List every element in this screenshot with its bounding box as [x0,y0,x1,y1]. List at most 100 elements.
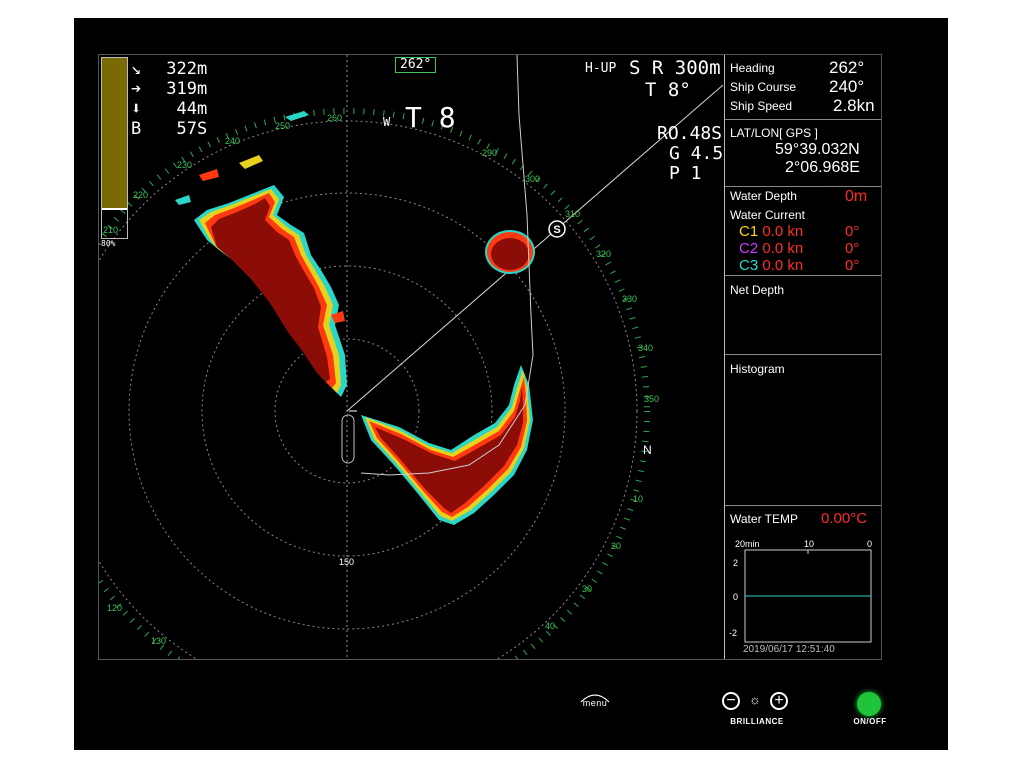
current-name: C3 [739,257,759,274]
bearing-label: 230 [177,160,192,170]
level-bar [101,57,128,239]
graph-x-label: 0 [867,539,872,549]
water-section: Water Depth 0m Water Current C1 0.0 kn 0… [725,187,881,276]
onoff-label: ON/OFF [853,717,887,726]
net-depth-section: Net Depth [725,276,881,355]
bearing-scale [99,108,650,659]
ro-value: RO.48S [657,123,723,144]
current-label: Water Current [730,208,805,222]
level-bar-fill [102,58,127,208]
p-value: P 1 [669,163,702,184]
north-indicator: N [643,443,652,457]
temp-value: 0.00°C [821,510,868,527]
current-dir: 0° [845,223,860,240]
current-speed: 0.0 kn [762,257,804,274]
power-button[interactable]: ON/OFF [852,690,888,728]
longitude-value: 2°06.968E [785,159,860,176]
bearing-label: 120 [107,603,122,613]
level-percent: 80% [101,239,116,248]
temp-section: Water TEMP 0.00°C 20min 10 0 2 0 -2 [725,506,881,646]
brilliance-plus-button[interactable]: + [770,692,788,710]
current-row-c2: C2 0.0 kn 0° [739,240,859,257]
echo-lower [361,365,533,525]
histogram-label: Histogram [730,362,785,376]
bearing-label: 130 [151,636,166,646]
bearing-label: 340 [638,343,653,353]
depth-label: Water Depth [730,189,797,203]
sonar-range: S R 300m [629,57,721,79]
power-icon [857,692,881,716]
svg-text:S: S [553,224,560,236]
histogram-section: Histogram [725,355,881,506]
menu-label: menu [582,698,608,708]
bearing-label: 250 [275,121,290,131]
current-row-c1: C1 0.0 kn 0° [739,223,859,240]
bearing-value: 57S [176,119,208,139]
brilliance-control: − ☼ + BRILLIANCE [718,690,796,728]
speed-value: 2.8kn [833,96,875,115]
course-value: 240° [829,77,865,96]
graph-x-label: 20min [735,539,760,549]
net-depth-label: Net Depth [730,283,785,297]
current-name: C2 [739,240,759,257]
heading-box: 262° [395,57,437,73]
mode-label: H-UP [585,61,617,76]
ship-marker: S [548,220,566,238]
graph-x-label: 10 [804,539,814,549]
current-speed: 0.0 kn [762,240,804,257]
echo-left [175,111,347,397]
distance-value: 319m [166,79,208,99]
current-dir: 0° [845,240,860,257]
sonar-display[interactable]: S 210 220 230 240 250 260 290 300 310 32… [99,55,723,659]
tilt-big: T 8 [405,101,456,134]
gain-value: G 4.5 [669,143,724,164]
info-panel: Heading 262° Ship Course 240° Ship Speed… [724,55,881,659]
brilliance-minus-button[interactable]: − [722,692,740,710]
graph-y-label: 2 [733,558,738,568]
bearing-label: 310 [565,209,580,219]
distance-value: 322m [166,59,208,79]
current-dir: 0° [845,257,860,274]
bearing-label: 20 [611,541,621,551]
heading-label: Heading [730,61,775,75]
range-label: 150 [339,557,354,567]
bearing-label: 330 [622,294,637,304]
menu-button[interactable]: menu [578,690,612,712]
temp-label: Water TEMP [730,512,799,526]
sonar-screen: S 210 220 230 240 250 260 290 300 310 32… [98,54,882,660]
datetime: 2019/06/17 12:51:40 [743,644,835,655]
arrow-down-icon: ⬇ [131,99,142,119]
bearing-label: 10 [633,494,643,504]
current-row-c3: C3 0.0 kn 0° [739,257,859,274]
graph-y-label: 0 [733,592,738,602]
tilt-angle: T 8° [645,79,691,101]
speed-label: Ship Speed [730,99,793,113]
nav-section: Heading 262° Ship Course 240° Ship Speed… [725,55,881,120]
bearing-label: 260 [327,113,342,123]
course-label: Ship Course [730,80,797,94]
temp-graph: 20min 10 0 2 0 -2 [729,539,872,643]
bearing-label: 30 [582,584,592,594]
graph-y-label: -2 [729,628,737,638]
w-label: W [383,115,391,129]
depth-value: 0m [845,188,868,205]
bearing-labels: 210 220 230 240 250 260 290 300 310 320 … [103,113,659,646]
heading-value: 262° [829,58,865,77]
bearing-label: 240 [225,136,240,146]
bearing-prefix: B [131,119,142,139]
current-name: C1 [739,223,759,240]
bearing-label: 300 [525,174,540,184]
bearing-label: 40 [545,621,555,631]
bearing-label: 350 [644,394,659,404]
brilliance-label: BRILLIANCE [730,717,784,726]
bearing-label: 320 [596,249,611,259]
depth-value: 44m [176,99,208,119]
sun-icon: ☼ [749,692,761,707]
latitude-value: 59°39.032N [775,141,860,158]
bearing-label: 220 [133,190,148,200]
arrow-right-icon: ➔ [131,79,142,99]
range-readouts: ↘ 322m ➔ 319m ⬇ 44m B 57S [131,59,207,139]
own-vessel-icon [341,410,357,464]
latlon-label: LAT/LON[ GPS ] [730,126,818,140]
current-speed: 0.0 kn [762,223,804,240]
